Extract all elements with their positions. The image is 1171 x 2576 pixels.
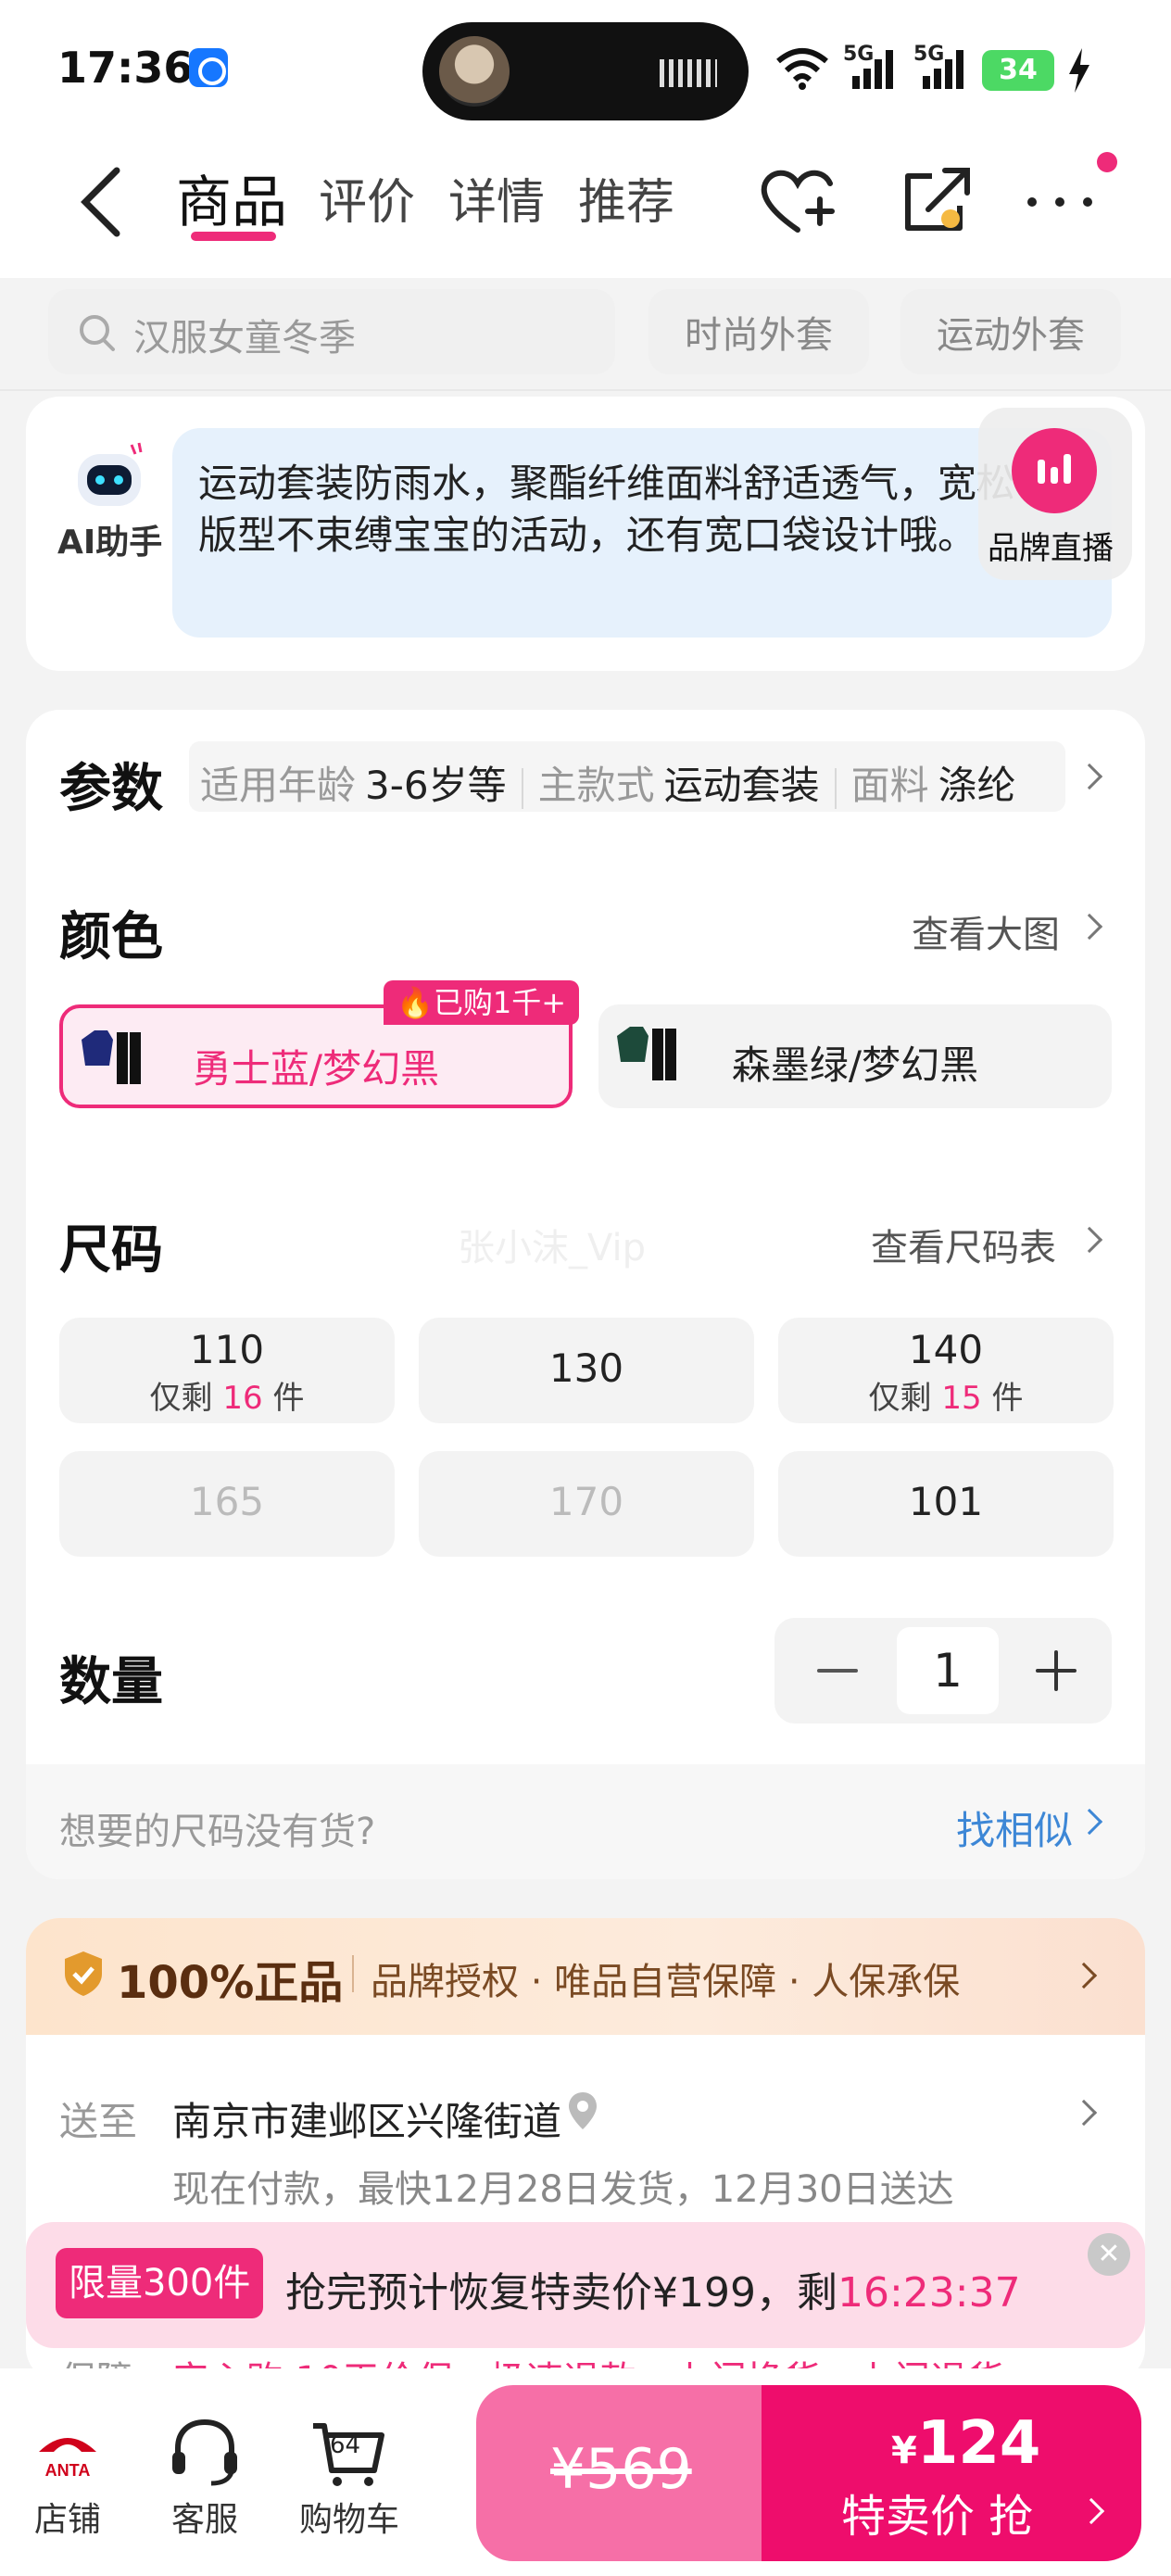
params-title: 参数 <box>59 759 163 819</box>
param-value-age: 3-6岁等 <box>365 763 507 808</box>
color-option-label: 勇士蓝/梦幻黑 <box>192 1046 440 1092</box>
color-option-label: 森墨绿/梦幻黑 <box>731 1042 979 1088</box>
svg-text:ANTA: ANTA <box>45 2461 91 2480</box>
signal-1-icon <box>852 50 893 89</box>
size-unavailable-text: 想要的尺码没有货? <box>59 1811 376 1853</box>
param-key-age: 适用年龄 <box>200 763 357 808</box>
size-stock: 仅剩 16 件 <box>149 1380 305 1417</box>
size-option-130[interactable]: 130 <box>419 1318 754 1423</box>
plus-icon[interactable] <box>1030 1648 1082 1694</box>
param-key-fabric: 面料 <box>850 763 929 808</box>
tab-reviews[interactable]: 评价 <box>319 163 415 233</box>
search-icon <box>80 315 115 351</box>
dynamic-island[interactable] <box>422 22 749 120</box>
share-icon[interactable] <box>895 159 978 243</box>
ai-summary-text: 运动套装防雨水，聚酯纤维面料舒适透气，宽松版型不束缚宝宝的活动，还有宽口袋设计哦… <box>198 461 1016 558</box>
sale-price: ¥124 <box>891 2409 1040 2478</box>
customer-service-icon[interactable] <box>163 2415 246 2489</box>
notification-dot <box>1097 152 1117 172</box>
color-title: 颜色 <box>59 907 163 967</box>
view-large-image-link[interactable]: 查看大图 <box>912 904 1060 958</box>
size-label: 165 <box>189 1479 265 1524</box>
authenticity-title: 100%正品 <box>117 1957 344 2009</box>
promo-countdown: 16:23:37 <box>837 2269 1021 2317</box>
back-arrow-icon[interactable] <box>74 163 130 241</box>
wifi-icon <box>776 48 828 90</box>
size-stock: 仅剩 15 件 <box>868 1380 1024 1417</box>
ai-robot-icon <box>78 442 143 506</box>
location-pin-icon <box>569 2092 597 2129</box>
more-options-icon[interactable] <box>1019 159 1102 243</box>
tab-recommend[interactable]: 推荐 <box>578 163 674 233</box>
size-title: 尺码 <box>59 1220 163 1281</box>
size-option-110[interactable]: 110 仅剩 16 件 <box>59 1318 395 1423</box>
tab-product[interactable]: 商品 <box>176 158 287 238</box>
status-time: 17:36 <box>57 43 194 93</box>
cart-count-badge: 64 <box>330 2431 361 2459</box>
search-placeholder: 汉服女童冬季 <box>133 317 356 360</box>
brand-live-label: 品牌直播 <box>988 530 1114 567</box>
charging-bolt-icon <box>1069 48 1089 93</box>
bought-count-badge: 🔥已购1千+ <box>384 980 580 1025</box>
param-key-style: 主款式 <box>537 763 655 808</box>
signal-2-icon <box>923 50 963 89</box>
size-label: 130 <box>548 1345 624 1391</box>
search-chip-sports-coat[interactable]: 运动外套 <box>900 289 1121 374</box>
search-input[interactable]: 汉服女童冬季 <box>48 289 615 374</box>
params-bar[interactable]: 适用年龄 3-6岁等 主款式 运动套装 面料 涤纶 <box>189 741 1065 812</box>
favorite-add-icon[interactable] <box>756 159 839 243</box>
customer-service-label[interactable]: 客服 <box>145 2493 265 2541</box>
tab-details[interactable]: 详情 <box>448 163 545 233</box>
currency-symbol: ¥ <box>891 2430 917 2472</box>
music-cover-avatar <box>439 36 510 107</box>
authenticity-divider <box>352 1955 354 1992</box>
quantity-title: 数量 <box>59 1652 163 1712</box>
audio-wave-icon <box>660 59 717 87</box>
size-option-165-disabled: 165 <box>59 1451 395 1557</box>
size-label: 140 <box>908 1327 984 1372</box>
search-chip-fashion-coat[interactable]: 时尚外套 <box>648 289 869 374</box>
minus-icon[interactable] <box>812 1649 863 1692</box>
size-label: 101 <box>908 1479 984 1524</box>
product-detail-page: { "status_bar":{"time":"17:36","net1":"5… <box>0 0 1171 2576</box>
shop-label[interactable]: 店铺 <box>7 2493 128 2541</box>
size-chart-link[interactable]: 查看尺码表 <box>871 1218 1056 1271</box>
ship-to-label: 送至 <box>59 2099 138 2144</box>
anta-shop-icon[interactable]: ANTA <box>26 2415 109 2489</box>
promo-text: 抢完预计恢复特卖价¥199，剩 <box>285 2269 837 2317</box>
promo-message: 抢完预计恢复特卖价¥199，剩16:23:37 <box>285 2259 1021 2318</box>
active-tab-indicator <box>191 232 276 241</box>
shield-check-icon <box>65 1951 102 1996</box>
watermark: 张小沫_Vip <box>458 1227 646 1269</box>
close-icon[interactable]: ✕ <box>1088 2233 1130 2276</box>
size-label: 110 <box>189 1327 265 1372</box>
bought-count-text: 已购1千+ <box>433 985 567 1020</box>
live-stream-icon <box>1012 428 1097 513</box>
sale-price-label: 特卖价 抢 <box>841 2491 1034 2543</box>
vip-app-icon <box>189 48 228 87</box>
size-option-170-disabled: 170 <box>419 1451 754 1557</box>
color-option-green-black[interactable]: 森墨绿/梦幻黑 <box>598 1004 1112 1108</box>
limited-quantity-tag: 限量300件 <box>56 2248 264 2318</box>
ship-address[interactable]: 南京市建邺区兴隆街道 <box>172 2090 561 2147</box>
param-value-style: 运动套装 <box>663 763 820 808</box>
sale-price-value: 124 <box>916 2409 1041 2478</box>
header-divider <box>0 389 1171 391</box>
ai-assistant-label: AI助手 <box>57 524 163 562</box>
quantity-value[interactable]: 1 <box>897 1627 999 1714</box>
size-option-101[interactable]: 101 <box>778 1451 1114 1557</box>
original-price: ¥569 <box>550 2437 692 2502</box>
size-label: 170 <box>548 1479 624 1524</box>
fire-icon: 🔥 <box>397 985 434 1020</box>
cart-label[interactable]: 购物车 <box>289 2493 409 2541</box>
size-option-140[interactable]: 140 仅剩 15 件 <box>778 1318 1114 1423</box>
find-similar-link[interactable]: 找相似 <box>956 1799 1073 1856</box>
param-value-fabric: 涤纶 <box>938 763 1016 808</box>
authenticity-subtitle: 品牌授权 · 唯品自营保障 · 人保承保 <box>371 1961 961 2003</box>
battery-icon: 34 <box>982 50 1054 91</box>
status-bar: 17:36 5G 5G 34 <box>0 0 1171 139</box>
delivery-estimate: 现在付款，最快12月28日发货，12月30日送达 <box>172 2168 954 2211</box>
